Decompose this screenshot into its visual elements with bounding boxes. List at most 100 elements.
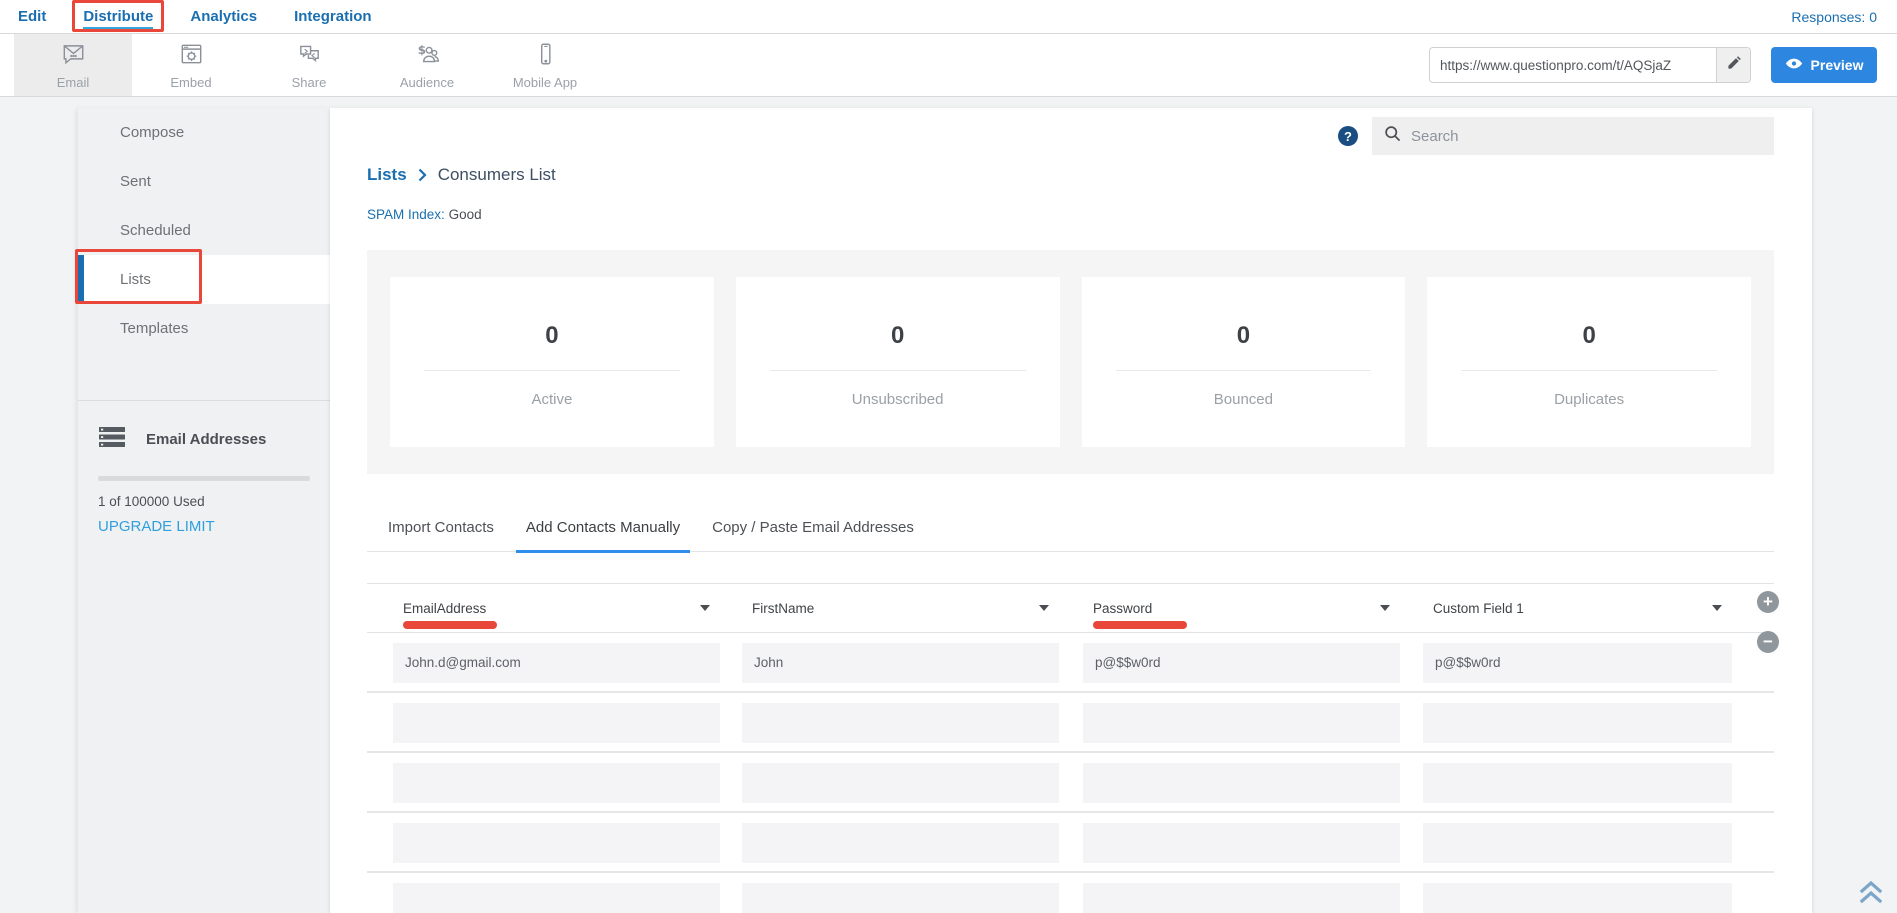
column-dropdown-custom-field-1[interactable]: Custom Field 1 <box>1423 584 1732 632</box>
tab-import-contacts[interactable]: Import Contacts <box>378 519 504 553</box>
contact-stats-panel: 0 Active 0 Unsubscribed 0 Bounced <box>367 250 1774 474</box>
contact-row-empty <box>367 873 1774 913</box>
toolbar-item-embed[interactable]: Embed <box>132 34 250 96</box>
custom-field-1-field[interactable] <box>1423 883 1732 913</box>
upgrade-limit-link[interactable]: UPGRADE LIMIT <box>98 518 215 535</box>
password-field[interactable] <box>1083 883 1400 913</box>
stat-label: Active <box>390 391 714 408</box>
email-field[interactable]: John.d@gmail.com <box>393 643 720 683</box>
annotation-underline-password <box>1093 621 1187 629</box>
toolbar-item-share[interactable]: Share <box>250 34 368 96</box>
breadcrumb: Lists Consumers List <box>367 165 1774 185</box>
annotation-underline-emailaddress <box>403 621 497 629</box>
stat-card-duplicates: 0 Duplicates <box>1427 277 1751 447</box>
nav-tab-distribute-label: Distribute <box>83 8 153 29</box>
sidebar-item-templates[interactable]: Templates <box>78 304 330 353</box>
firstname-field[interactable]: John <box>742 643 1059 683</box>
svg-text:$: $ <box>417 43 425 57</box>
preview-button[interactable]: Preview <box>1771 47 1877 83</box>
stat-value: 0 <box>1082 322 1406 350</box>
custom-field-1-field[interactable] <box>1423 823 1732 863</box>
stat-divider <box>1116 370 1372 371</box>
sidebar-item-scheduled[interactable]: Scheduled <box>78 206 330 255</box>
eye-icon <box>1785 57 1803 73</box>
sidebar-item-sent[interactable]: Sent <box>78 157 330 206</box>
column-dropdown-emailaddress[interactable]: EmailAddress <box>393 584 720 632</box>
firstname-field[interactable] <box>742 883 1059 913</box>
preview-button-label: Preview <box>1811 57 1864 73</box>
help-icon[interactable]: ? <box>1338 126 1358 146</box>
firstname-field[interactable] <box>742 823 1059 863</box>
pencil-icon <box>1726 55 1742 76</box>
toolbar-item-audience[interactable]: $ Audience <box>368 34 486 96</box>
tab-add-contacts-manually[interactable]: Add Contacts Manually <box>516 519 690 553</box>
column-dropdown-password[interactable]: Password <box>1083 584 1400 632</box>
custom-field-1-field[interactable] <box>1423 763 1732 803</box>
email-field[interactable] <box>393 883 720 913</box>
toolbar-item-audience-label: Audience <box>400 75 454 90</box>
column-dropdown-firstname[interactable]: FirstName <box>742 584 1059 632</box>
email-icon <box>60 41 87 72</box>
email-field[interactable] <box>393 763 720 803</box>
sidebar-item-lists[interactable]: Lists <box>78 255 330 304</box>
distribute-toolbar: Email Embed <box>0 34 1897 97</box>
password-field[interactable] <box>1083 763 1400 803</box>
remove-column-button[interactable]: − <box>1757 631 1779 653</box>
survey-url-group <box>1429 47 1751 83</box>
tab-copy-paste-email-addresses[interactable]: Copy / Paste Email Addresses <box>702 519 924 553</box>
stat-value: 0 <box>390 322 714 350</box>
add-column-button[interactable]: + <box>1757 591 1779 613</box>
chevron-right-icon <box>418 168 427 182</box>
chevron-down-icon <box>1039 605 1049 611</box>
edit-url-button[interactable] <box>1716 48 1750 82</box>
toolbar-item-mobile-app-label: Mobile App <box>513 75 577 90</box>
toolbar-item-email[interactable]: Email <box>14 34 132 96</box>
firstname-field[interactable] <box>742 703 1059 743</box>
row-buttons: + − <box>1757 591 1779 653</box>
contact-row: John.d@gmail.com John p@$$w0rd p@$$w0rd <box>367 633 1774 693</box>
share-icon <box>296 41 323 72</box>
toolbar-item-share-label: Share <box>292 75 327 90</box>
mobile-app-icon <box>532 41 559 72</box>
stat-divider <box>770 370 1026 371</box>
usage-progress-bar <box>98 476 310 481</box>
responses-count[interactable]: Responses: 0 <box>1791 9 1877 25</box>
stat-divider <box>424 370 680 371</box>
survey-url-input[interactable] <box>1429 47 1751 83</box>
email-addresses-section: Email Addresses <box>78 425 330 454</box>
custom-field-1-field[interactable] <box>1423 703 1732 743</box>
nav-tab-analytics[interactable]: Analytics <box>190 8 257 25</box>
nav-tab-edit[interactable]: Edit <box>18 8 46 25</box>
contact-row-empty <box>367 813 1774 873</box>
column-label: FirstName <box>752 601 814 616</box>
spam-index-label: SPAM Index: <box>367 207 445 222</box>
search-icon <box>1384 125 1401 147</box>
stat-divider <box>1461 370 1717 371</box>
stat-value: 0 <box>1427 322 1751 350</box>
firstname-field[interactable] <box>742 763 1059 803</box>
sidebar-divider <box>78 400 330 401</box>
search-row: ? <box>367 117 1774 155</box>
email-field[interactable] <box>393 703 720 743</box>
column-label: EmailAddress <box>403 601 486 616</box>
email-field[interactable] <box>393 823 720 863</box>
password-field[interactable] <box>1083 703 1400 743</box>
password-field[interactable]: p@$$w0rd <box>1083 643 1400 683</box>
sidebar-item-compose[interactable]: Compose <box>78 108 330 157</box>
breadcrumb-lists-link[interactable]: Lists <box>367 165 407 185</box>
search-box <box>1372 117 1774 155</box>
stat-card-unsubscribed: 0 Unsubscribed <box>736 277 1060 447</box>
embed-icon <box>178 41 205 72</box>
list-icon <box>98 425 126 454</box>
search-input[interactable] <box>1411 128 1741 145</box>
contacts-tabs: Import Contacts Add Contacts Manually Co… <box>367 519 1774 552</box>
stat-label: Bounced <box>1082 391 1406 408</box>
stat-card-bounced: 0 Bounced <box>1082 277 1406 447</box>
nav-tab-distribute[interactable]: Distribute <box>83 8 153 25</box>
scroll-to-top-button[interactable] <box>1857 878 1885 911</box>
custom-field-1-field[interactable]: p@$$w0rd <box>1423 643 1732 683</box>
nav-tab-integration[interactable]: Integration <box>294 8 372 25</box>
stat-label: Unsubscribed <box>736 391 1060 408</box>
password-field[interactable] <box>1083 823 1400 863</box>
toolbar-item-mobile-app[interactable]: Mobile App <box>486 34 604 96</box>
